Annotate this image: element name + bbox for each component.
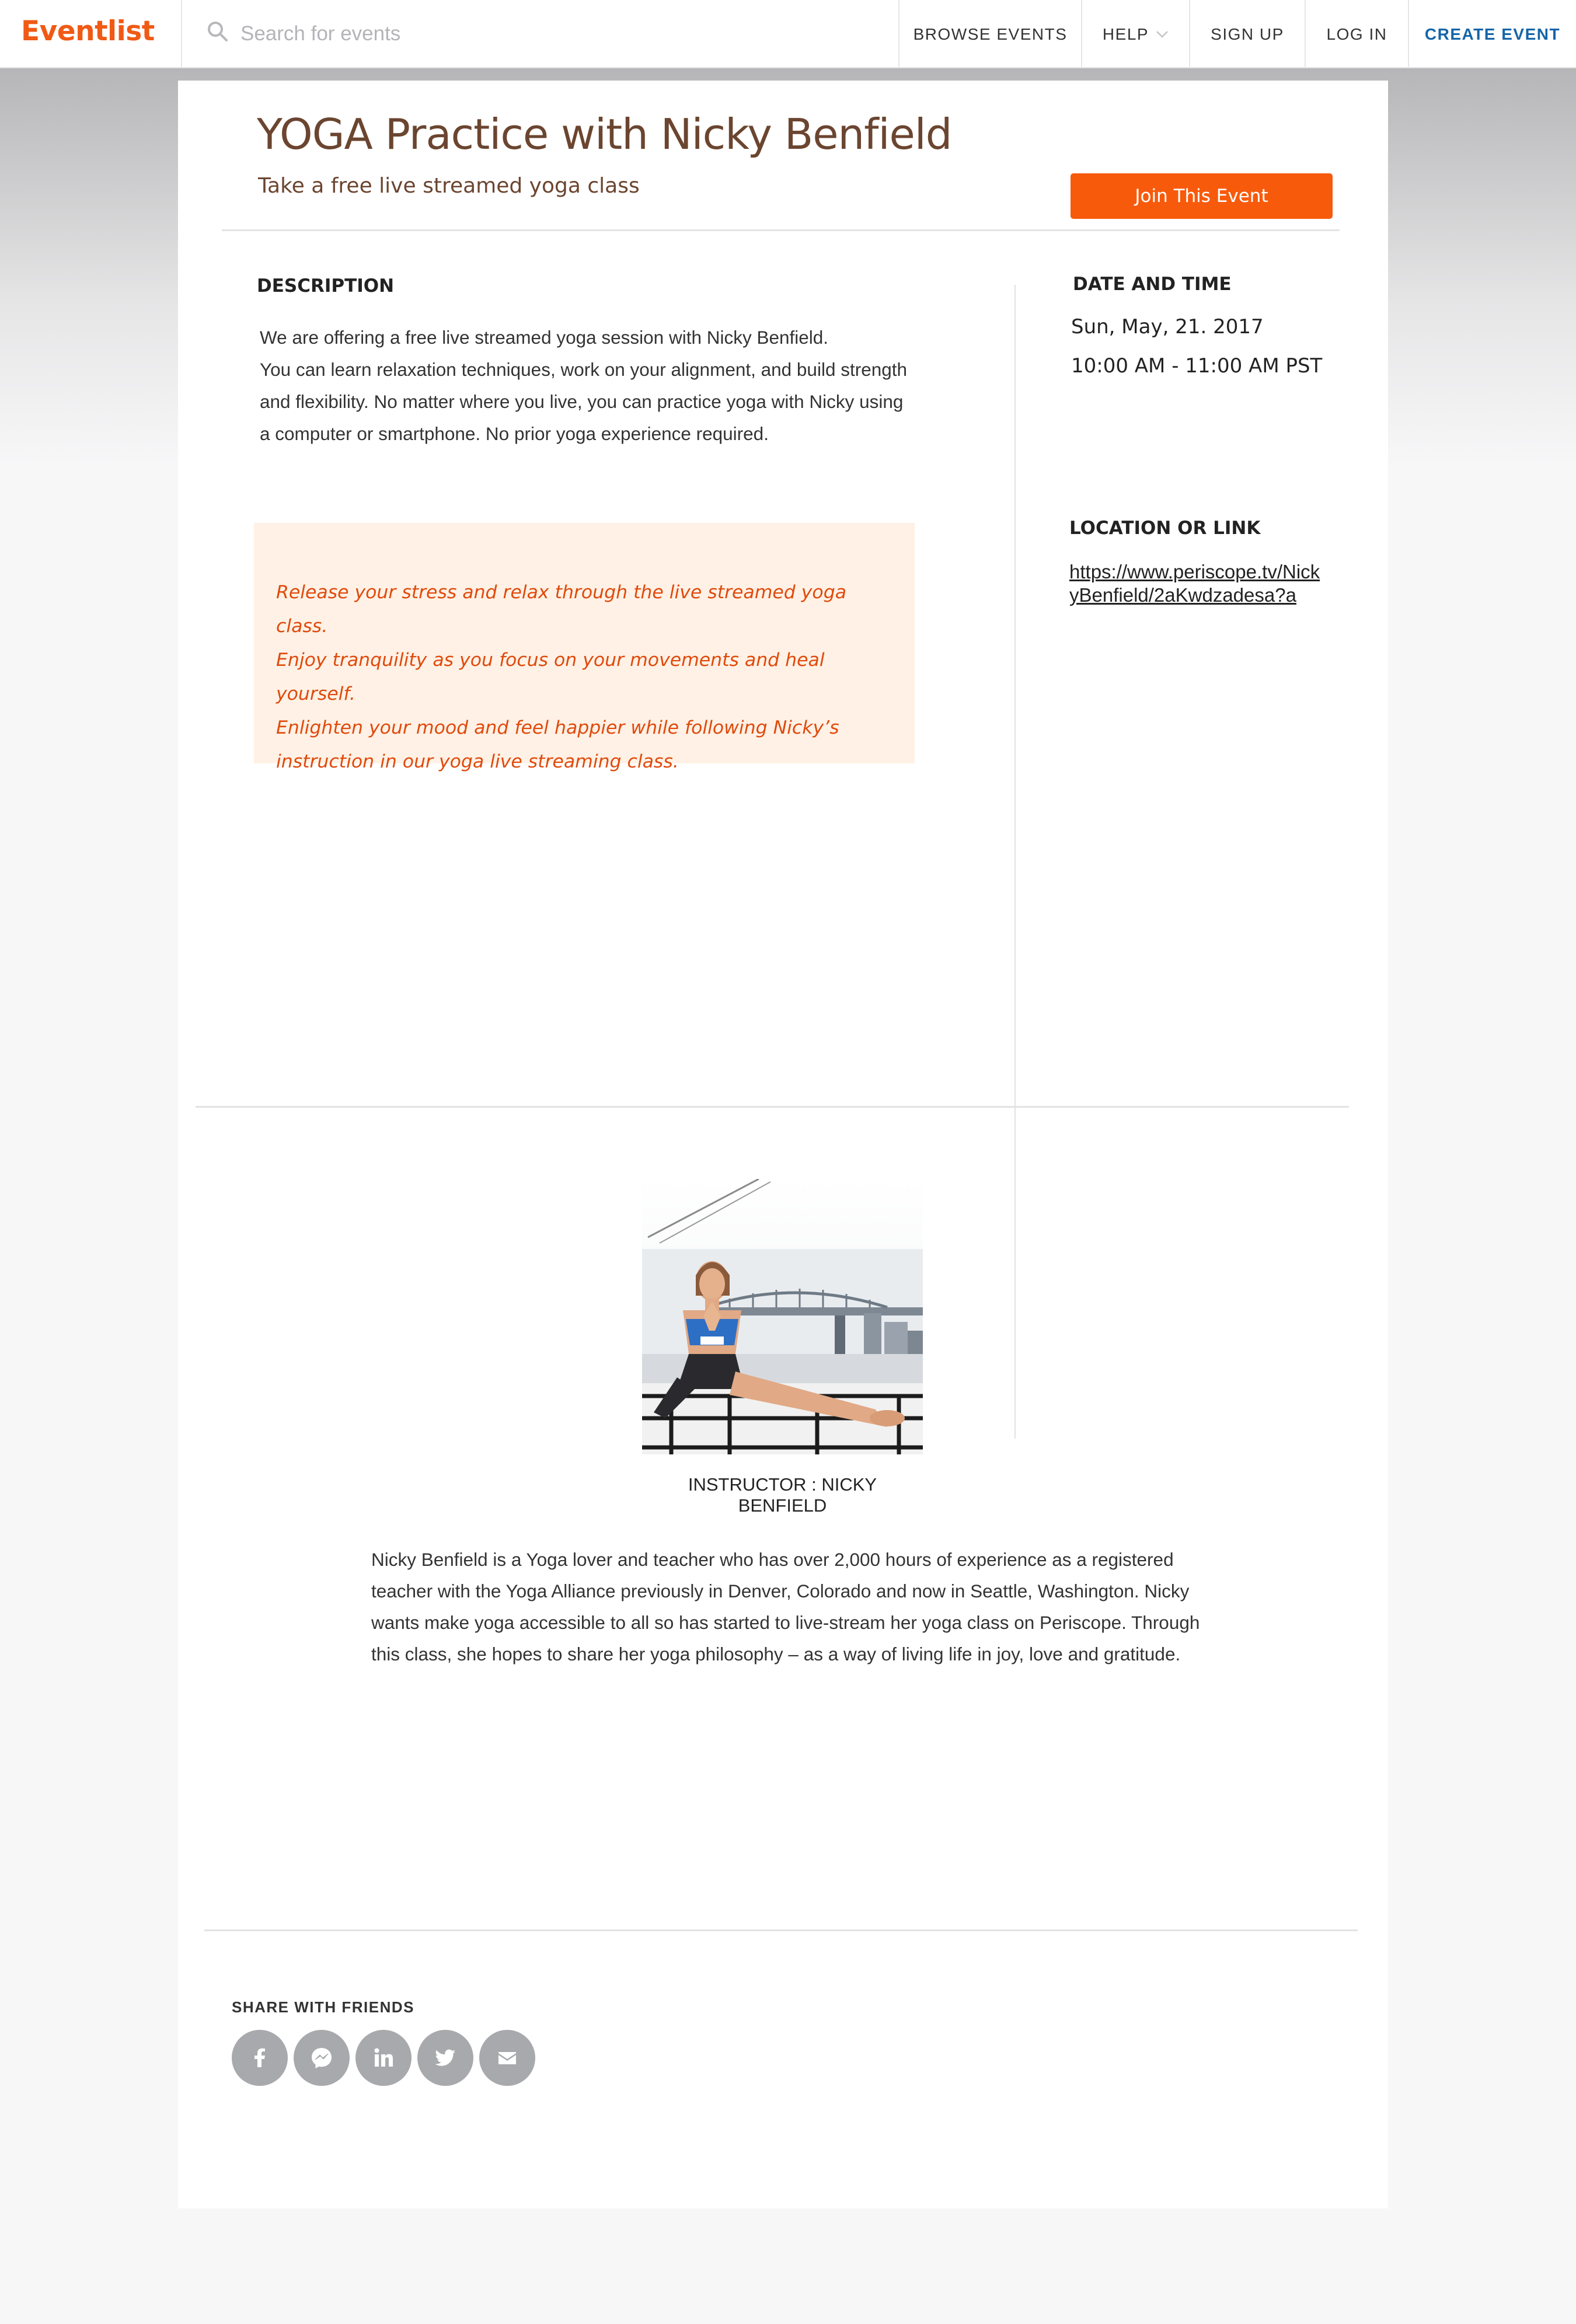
twitter-icon — [435, 2049, 455, 2066]
event-time: 10:00 AM - 11:00 AM PST — [1071, 354, 1323, 378]
event-subtitle: Take a free live streamed yoga class — [258, 174, 640, 198]
description-line: and flexibility. No matter where you liv… — [260, 391, 904, 412]
event-date: Sun, May, 21. 2017 — [1071, 315, 1264, 339]
description-heading: DESCRIPTION — [257, 275, 395, 296]
quote-line: instruction in our yoga live streaming c… — [276, 751, 679, 772]
location-link[interactable]: https://www.periscope.tv/NickyBenfield/2… — [1069, 560, 1326, 607]
description-line: You can learn relaxation techniques, wor… — [260, 359, 908, 380]
quote-line: Enlighten your mood and feel happier whi… — [276, 717, 839, 738]
bio-line: Nicky Benfield is a Yoga lover and teach… — [371, 1549, 1174, 1570]
nav-browse-events[interactable]: BROWSE EVENTS — [898, 0, 1081, 68]
nav-sign-up-label: SIGN UP — [1211, 25, 1284, 43]
instructor-caption: INSTRUCTOR : NICKY BENFIELD — [688, 1474, 877, 1516]
quote-line: Enjoy tranquility as you focus on your m… — [276, 650, 825, 704]
nav-create-event[interactable]: CREATE EVENT — [1408, 0, 1576, 68]
bio-line: teacher with the Yoga Alliance previousl… — [371, 1580, 1190, 1601]
title-divider — [222, 229, 1340, 231]
event-title: YOGA Practice with Nicky Benfield — [257, 110, 953, 159]
email-icon — [498, 2052, 516, 2064]
logo-divider — [181, 0, 182, 68]
description-line: We are offering a free live streamed yog… — [260, 327, 829, 348]
share-divider — [204, 1929, 1358, 1931]
bio-line: wants make yoga accessible to all so has… — [371, 1612, 1200, 1633]
section-divider — [196, 1106, 1349, 1108]
highlight-quote-text: Release your stress and relax through th… — [276, 575, 901, 779]
event-card: YOGA Practice with Nicky Benfield Take a… — [178, 81, 1388, 2208]
quote-line: Release your stress and relax through th… — [276, 582, 846, 637]
highlight-quote-box: Release your stress and relax through th… — [254, 523, 915, 772]
date-time-heading: DATE AND TIME — [1073, 274, 1232, 295]
nav-browse-events-label: BROWSE EVENTS — [913, 25, 1068, 43]
join-event-button[interactable]: Join This Event — [1071, 173, 1333, 219]
search-icon — [208, 22, 228, 41]
nav-sign-up[interactable]: SIGN UP — [1189, 0, 1305, 68]
top-navigation-bar: Eventlist BROWSE EVENTS HELP SIGN UP LOG… — [0, 0, 1576, 68]
share-messenger-button[interactable] — [294, 2030, 350, 2086]
nav-create-event-label: CREATE EVENT — [1424, 25, 1561, 43]
nav-help[interactable]: HELP — [1081, 0, 1189, 68]
instructor-photo — [642, 1179, 923, 1454]
search-input[interactable] — [239, 18, 881, 50]
description-text: We are offering a free live streamed yog… — [260, 322, 925, 450]
share-facebook-button[interactable] — [232, 2030, 288, 2086]
share-buttons — [232, 2030, 535, 2086]
share-twitter-button[interactable] — [417, 2030, 473, 2086]
linkedin-icon — [374, 2048, 393, 2067]
share-heading: SHARE WITH FRIENDS — [232, 1998, 414, 2016]
location-heading: LOCATION OR LINK — [1069, 518, 1261, 539]
nav-log-in[interactable]: LOG IN — [1305, 0, 1408, 68]
bio-line: this class, she hopes to share her yoga … — [371, 1643, 1181, 1665]
nav-help-label: HELP — [1102, 25, 1149, 43]
messenger-icon — [312, 2048, 332, 2068]
share-linkedin-button[interactable] — [355, 2030, 412, 2086]
share-email-button[interactable] — [479, 2030, 535, 2086]
instructor-bio: Nicky Benfield is a Yoga lover and teach… — [371, 1544, 1200, 1670]
nav-log-in-label: LOG IN — [1326, 25, 1387, 43]
eventlist-logo[interactable]: Eventlist — [21, 15, 155, 47]
description-line: a computer or smartphone. No prior yoga … — [260, 423, 769, 444]
facebook-icon — [254, 2048, 265, 2067]
column-divider — [1014, 285, 1016, 1439]
chevron-down-icon — [1156, 30, 1168, 38]
